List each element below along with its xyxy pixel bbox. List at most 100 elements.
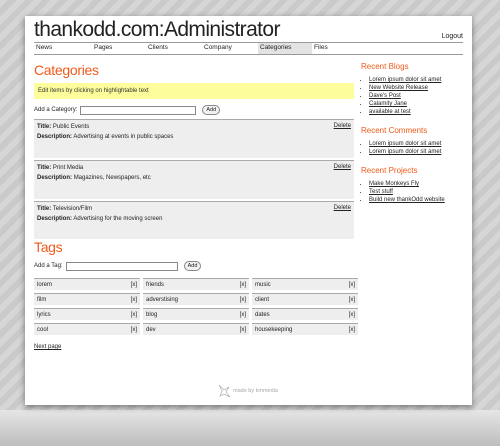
add-tag-button[interactable]: Add (183, 261, 202, 271)
tag-label[interactable]: adverstising (146, 297, 178, 303)
sidebar: Recent Blogs Lorem ipsum dolor sit amet … (361, 62, 464, 214)
category-title[interactable]: Public Events (53, 124, 89, 130)
tag-label[interactable]: music (255, 282, 271, 288)
tag-label[interactable]: cool (37, 327, 48, 333)
add-category-row: Add a Category: Add (34, 104, 354, 116)
description-label: Description: (37, 216, 73, 222)
logout-link[interactable]: Logout (442, 33, 463, 40)
recent-blog-link[interactable]: New Website Release (369, 84, 464, 92)
remove-tag-link[interactable]: [x] (131, 297, 137, 303)
remove-tag-link[interactable]: [x] (240, 297, 246, 303)
recent-comment-link[interactable]: Lorem ipsum dolor sit amet (369, 140, 464, 148)
tag-label[interactable]: lyrics (37, 312, 51, 318)
title-label: Title: (37, 206, 52, 212)
add-category-button[interactable]: Add (202, 105, 221, 115)
tag-item: lyrics [x] (34, 308, 140, 320)
admin-page: thankodd.com:Administrator Logout News P… (25, 16, 472, 405)
tag-label[interactable]: film (37, 297, 46, 303)
nav-item-pages[interactable]: Pages (92, 43, 146, 54)
tag-item: blog [x] (143, 308, 249, 320)
tag-item: dates [x] (252, 308, 358, 320)
remove-tag-link[interactable]: [x] (349, 327, 355, 333)
remove-tag-link[interactable]: [x] (240, 282, 246, 288)
description-label: Description: (37, 175, 73, 181)
remove-tag-link[interactable]: [x] (131, 282, 137, 288)
tag-item: housekeeping [x] (252, 323, 358, 335)
recent-blog-link[interactable]: Lorem ipsum dolor sit amet (369, 76, 464, 84)
nav-item-categories[interactable]: Categories (258, 43, 312, 54)
delete-category-link[interactable]: Delete (334, 164, 351, 170)
remove-tag-link[interactable]: [x] (349, 297, 355, 303)
tag-label[interactable]: lorem (37, 282, 52, 288)
add-category-input[interactable] (80, 105, 197, 115)
recent-project-link[interactable]: Make Monkeys Fly (369, 180, 464, 188)
tag-item: dev [x] (143, 323, 249, 335)
main-content: Categories Edit items by clicking on hig… (34, 62, 358, 353)
category-description[interactable]: Advertising at events in public spaces (73, 134, 173, 140)
tag-item: client [x] (252, 293, 358, 305)
add-tag-input[interactable] (65, 261, 178, 271)
tag-item: music [x] (252, 278, 358, 290)
nav-item-company[interactable]: Company (202, 43, 258, 54)
tag-item: lorem [x] (34, 278, 140, 290)
recent-comments-block: Recent Comments Lorem ipsum dolor sit am… (361, 126, 464, 156)
background-floor (0, 410, 500, 446)
recent-projects-heading: Recent Projects (361, 166, 418, 175)
tag-item: adverstising [x] (143, 293, 249, 305)
recent-blog-link[interactable]: Calamity Jane (369, 100, 464, 108)
recent-blogs-block: Recent Blogs Lorem ipsum dolor sit amet … (361, 62, 464, 116)
category-card: Title: Public Events Description: Advert… (34, 119, 354, 158)
delete-category-link[interactable]: Delete (334, 123, 351, 129)
recent-projects-block: Recent Projects Make Monkeys Fly Test st… (361, 166, 464, 204)
tag-item: friends [x] (143, 278, 249, 290)
description-label: Description: (37, 134, 73, 140)
nav-item-news[interactable]: News (34, 43, 92, 54)
remove-tag-link[interactable]: [x] (131, 312, 137, 318)
title-label: Title: (37, 165, 52, 171)
footer: made by kmmedia (217, 384, 278, 398)
edit-notice: Edit items by clicking on highlightable … (34, 83, 354, 99)
add-category-label: Add a Category: (34, 107, 78, 113)
remove-tag-link[interactable]: [x] (240, 327, 246, 333)
tag-label[interactable]: dev (146, 327, 156, 333)
tag-label[interactable]: friends (146, 282, 164, 288)
tag-item: cool [x] (34, 323, 140, 335)
kmmedia-logo-icon (218, 384, 231, 398)
nav-item-clients[interactable]: Clients (146, 43, 202, 54)
title-label: Title: (37, 124, 52, 130)
nav-item-files[interactable]: Files (312, 43, 354, 54)
recent-blog-link[interactable]: available at test (369, 108, 464, 116)
recent-comment-link[interactable]: Lorem ipsum dolor sit amet (369, 148, 464, 156)
delete-category-link[interactable]: Delete (334, 205, 351, 211)
footer-credit: made by kmmedia (233, 388, 278, 394)
recent-comments-heading: Recent Comments (361, 126, 428, 135)
site-title: thankodd.com:Administrator (34, 18, 280, 41)
recent-blogs-heading: Recent Blogs (361, 62, 409, 71)
recent-project-link[interactable]: Build new thankOdd website (369, 196, 464, 204)
category-description[interactable]: Magazines, Newspapers, etc (74, 175, 151, 181)
tag-grid: lorem [x] friends [x] music [x] film [x] adv… (34, 278, 358, 335)
add-tag-row: Add a Tag: Add (34, 260, 354, 272)
recent-projects-list: Make Monkeys Fly Test stuff Build new th… (361, 180, 464, 204)
category-card: Title: Print Media Description: Magazine… (34, 160, 354, 199)
next-page-link[interactable]: Next page (34, 344, 61, 350)
recent-blog-link[interactable]: Dave's Post (369, 92, 464, 100)
tag-label[interactable]: client (255, 297, 269, 303)
remove-tag-link[interactable]: [x] (349, 312, 355, 318)
tag-label[interactable]: blog (146, 312, 157, 318)
tag-label[interactable]: dates (255, 312, 270, 318)
category-title[interactable]: Print Media (53, 165, 83, 171)
remove-tag-link[interactable]: [x] (240, 312, 246, 318)
tags-heading: Tags (34, 239, 63, 255)
recent-project-link[interactable]: Test stuff (369, 188, 464, 196)
tag-label[interactable]: housekeeping (255, 327, 292, 333)
remove-tag-link[interactable]: [x] (131, 327, 137, 333)
category-title[interactable]: Television/Film (53, 206, 92, 212)
add-tag-label: Add a Tag: (34, 263, 63, 269)
category-description[interactable]: Advertising for the moving screen (73, 216, 162, 222)
tag-item: film [x] (34, 293, 140, 305)
category-card: Title: Television/Film Description: Adve… (34, 201, 354, 239)
recent-blogs-list: Lorem ipsum dolor sit amet New Website R… (361, 76, 464, 116)
remove-tag-link[interactable]: [x] (349, 282, 355, 288)
recent-comments-list: Lorem ipsum dolor sit amet Lorem ipsum d… (361, 140, 464, 156)
